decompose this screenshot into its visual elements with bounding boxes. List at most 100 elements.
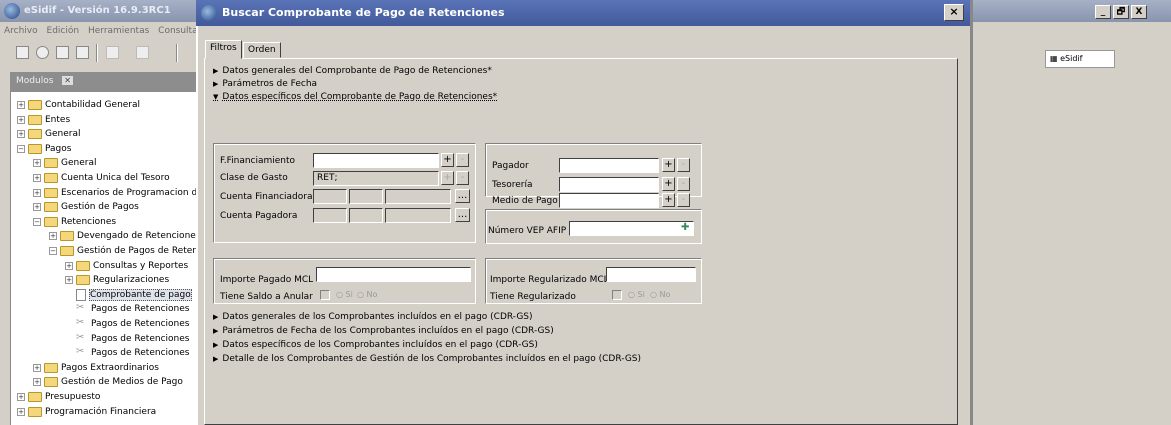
tiene-regularizado-checkbox[interactable] bbox=[612, 290, 622, 300]
section-cdr-datos-especificos[interactable]: ▶ Datos específicos de los Comprobantes i… bbox=[213, 340, 538, 350]
tiene-saldo-checkbox[interactable] bbox=[320, 290, 330, 300]
importe-pagado-input[interactable] bbox=[316, 267, 471, 282]
tree-node-label: Gestión de Medios de Pago bbox=[61, 377, 183, 388]
tree-node[interactable]: ✂ Pagos de Retenciones bbox=[76, 317, 189, 331]
cuenta-financiadora-browse-button[interactable]: ... bbox=[455, 189, 470, 203]
section-label: Datos específicos del Comprobante de Pag… bbox=[222, 92, 498, 102]
folder-icon bbox=[60, 231, 74, 242]
remove-button: - bbox=[456, 171, 469, 185]
folder-icon bbox=[44, 362, 58, 373]
tree-node-label: Pagos de Retenciones bbox=[91, 304, 190, 315]
tree-node[interactable]: Comprobante de pago bbox=[76, 288, 192, 302]
menu-herramientas[interactable]: Herramientas bbox=[88, 26, 149, 36]
section-cdr-detalle[interactable]: ▶ Detalle de los Comprobantes de Gestión … bbox=[213, 354, 641, 364]
tree-node[interactable]: + Entes bbox=[17, 113, 70, 127]
tab-filtros[interactable]: Filtros bbox=[205, 40, 242, 59]
collapse-icon[interactable]: − bbox=[17, 144, 25, 153]
dialog-title-bar: Buscar Comprobante de Pago de Retencione… bbox=[196, 0, 970, 26]
tree-node[interactable]: + General bbox=[33, 156, 96, 170]
cuenta-financiadora-label: Cuenta Financiadora bbox=[220, 192, 313, 202]
section-datos-especificos[interactable]: ▼ Datos específicos del Comprobante de Pa… bbox=[213, 92, 497, 102]
add-button[interactable]: + bbox=[662, 177, 675, 191]
tree-node[interactable]: + Presupuesto bbox=[17, 390, 100, 404]
f-financiamiento-input[interactable] bbox=[313, 153, 439, 168]
menu-consulta[interactable]: Consulta bbox=[158, 26, 196, 36]
print-icon[interactable] bbox=[76, 46, 89, 59]
tree-node[interactable]: ✂ Pagos de Retenciones bbox=[76, 302, 189, 316]
close-window-button[interactable]: X bbox=[1131, 5, 1147, 19]
collapse-icon[interactable]: − bbox=[33, 217, 41, 226]
expand-icon[interactable]: + bbox=[33, 159, 41, 168]
vep-lookup-icon[interactable]: ✚ bbox=[681, 222, 689, 233]
modules-tree: + Contabilidad General + Entes + General − Pago… bbox=[10, 92, 196, 425]
tree-node[interactable]: + Programación Financiera bbox=[17, 405, 156, 419]
collapse-icon[interactable]: − bbox=[49, 247, 57, 255]
menu-edicion[interactable]: Edición bbox=[47, 26, 80, 36]
expand-icon[interactable]: + bbox=[17, 130, 25, 139]
expand-icon[interactable]: + bbox=[17, 393, 25, 401]
esidif-perspective-tab[interactable]: ▦ eSidif bbox=[1045, 50, 1115, 68]
tree-node[interactable]: + General bbox=[17, 127, 80, 141]
close-icon[interactable]: ✕ bbox=[62, 76, 73, 85]
modules-panel-header: Modulos ✕ bbox=[10, 72, 196, 92]
tiene-regularizado-no-radio: ○ No bbox=[650, 290, 671, 299]
tab-orden[interactable]: Orden bbox=[243, 42, 281, 58]
tree-node[interactable]: + Cuenta Unica del Tesoro bbox=[33, 171, 170, 185]
expand-icon[interactable]: + bbox=[33, 203, 41, 212]
section-datos-generales[interactable]: ▶ Datos generales del Comprobante de Pago… bbox=[213, 66, 492, 76]
pagador-input[interactable] bbox=[559, 158, 659, 173]
expand-icon[interactable]: + bbox=[33, 378, 41, 387]
undo-icon[interactable] bbox=[106, 46, 119, 59]
cuenta-pagadora-input-3 bbox=[385, 208, 451, 223]
tree-node[interactable]: − Gestión de Pagos de Reter bbox=[49, 244, 196, 258]
tree-node[interactable]: + Consultas y Reportes bbox=[65, 259, 188, 273]
expand-icon[interactable]: + bbox=[49, 232, 57, 241]
tree-node[interactable]: + Gestión de Medios de Pago bbox=[33, 375, 183, 389]
expand-icon[interactable]: + bbox=[17, 115, 25, 124]
expand-icon[interactable]: + bbox=[33, 174, 41, 182]
expand-icon[interactable]: + bbox=[17, 407, 25, 416]
add-button[interactable]: + bbox=[662, 193, 675, 207]
tree-node[interactable]: ✂ Pagos de Retenciones bbox=[76, 332, 189, 346]
tree-node-label: Regularizaciones bbox=[93, 275, 170, 286]
expand-icon[interactable]: + bbox=[65, 276, 73, 285]
expand-icon[interactable]: + bbox=[33, 188, 41, 197]
tree-node-label: Cuenta Unica del Tesoro bbox=[61, 173, 170, 183]
folder-icon bbox=[44, 377, 58, 388]
app-icon bbox=[4, 3, 20, 19]
tree-node[interactable]: + Gestión de Pagos bbox=[33, 200, 139, 214]
medio-pago-input[interactable] bbox=[559, 193, 659, 208]
expand-icon[interactable]: + bbox=[65, 261, 73, 270]
search-icon[interactable] bbox=[36, 46, 49, 59]
new-icon[interactable] bbox=[16, 46, 29, 59]
section-cdr-parametros-fecha[interactable]: ▶ Parámetros de Fecha de los Comprobantes… bbox=[213, 326, 554, 336]
tree-node[interactable]: ✂ Pagos de Retenciones bbox=[76, 346, 189, 360]
minimize-button[interactable]: _ bbox=[1095, 5, 1111, 19]
expand-arrow-icon: ▶ bbox=[213, 341, 219, 349]
add-button[interactable]: + bbox=[441, 153, 454, 167]
add-button[interactable]: + bbox=[662, 158, 675, 172]
section-parametros-fecha[interactable]: ▶ Parámetros de Fecha bbox=[213, 79, 317, 89]
menu-archivo[interactable]: Archivo bbox=[4, 26, 38, 36]
tree-node[interactable]: − Retenciones bbox=[33, 215, 116, 229]
expand-icon[interactable]: + bbox=[17, 101, 25, 109]
tree-node[interactable]: + Pagos Extraordinarios bbox=[33, 361, 159, 375]
tree-node[interactable]: + Escenarios de Programacion de bbox=[33, 186, 196, 200]
numero-vep-input[interactable] bbox=[569, 221, 694, 236]
section-cdr-datos-generales[interactable]: ▶ Datos generales de los Comprobantes inc… bbox=[213, 312, 533, 322]
section-label: Detalle de los Comprobantes de Gestión d… bbox=[222, 354, 642, 364]
expand-icon[interactable]: + bbox=[33, 363, 41, 372]
redo-icon[interactable] bbox=[136, 46, 149, 59]
tree-node[interactable]: + Devengado de Retencione bbox=[49, 229, 196, 243]
tree-node[interactable]: + Contabilidad General bbox=[17, 98, 140, 112]
tree-node-label: Pagos de Retenciones bbox=[91, 333, 190, 344]
tesoreria-input[interactable] bbox=[559, 177, 659, 192]
save-icon[interactable] bbox=[56, 46, 69, 59]
tree-node[interactable]: − Pagos bbox=[17, 142, 71, 156]
cuenta-pagadora-browse-button[interactable]: ... bbox=[455, 208, 470, 222]
dialog-close-button[interactable]: × bbox=[944, 4, 964, 21]
restore-button[interactable]: 🗗 bbox=[1113, 5, 1129, 19]
folder-icon bbox=[44, 216, 58, 227]
tree-node[interactable]: + Regularizaciones bbox=[65, 273, 169, 287]
importe-regularizado-input[interactable] bbox=[606, 267, 696, 282]
